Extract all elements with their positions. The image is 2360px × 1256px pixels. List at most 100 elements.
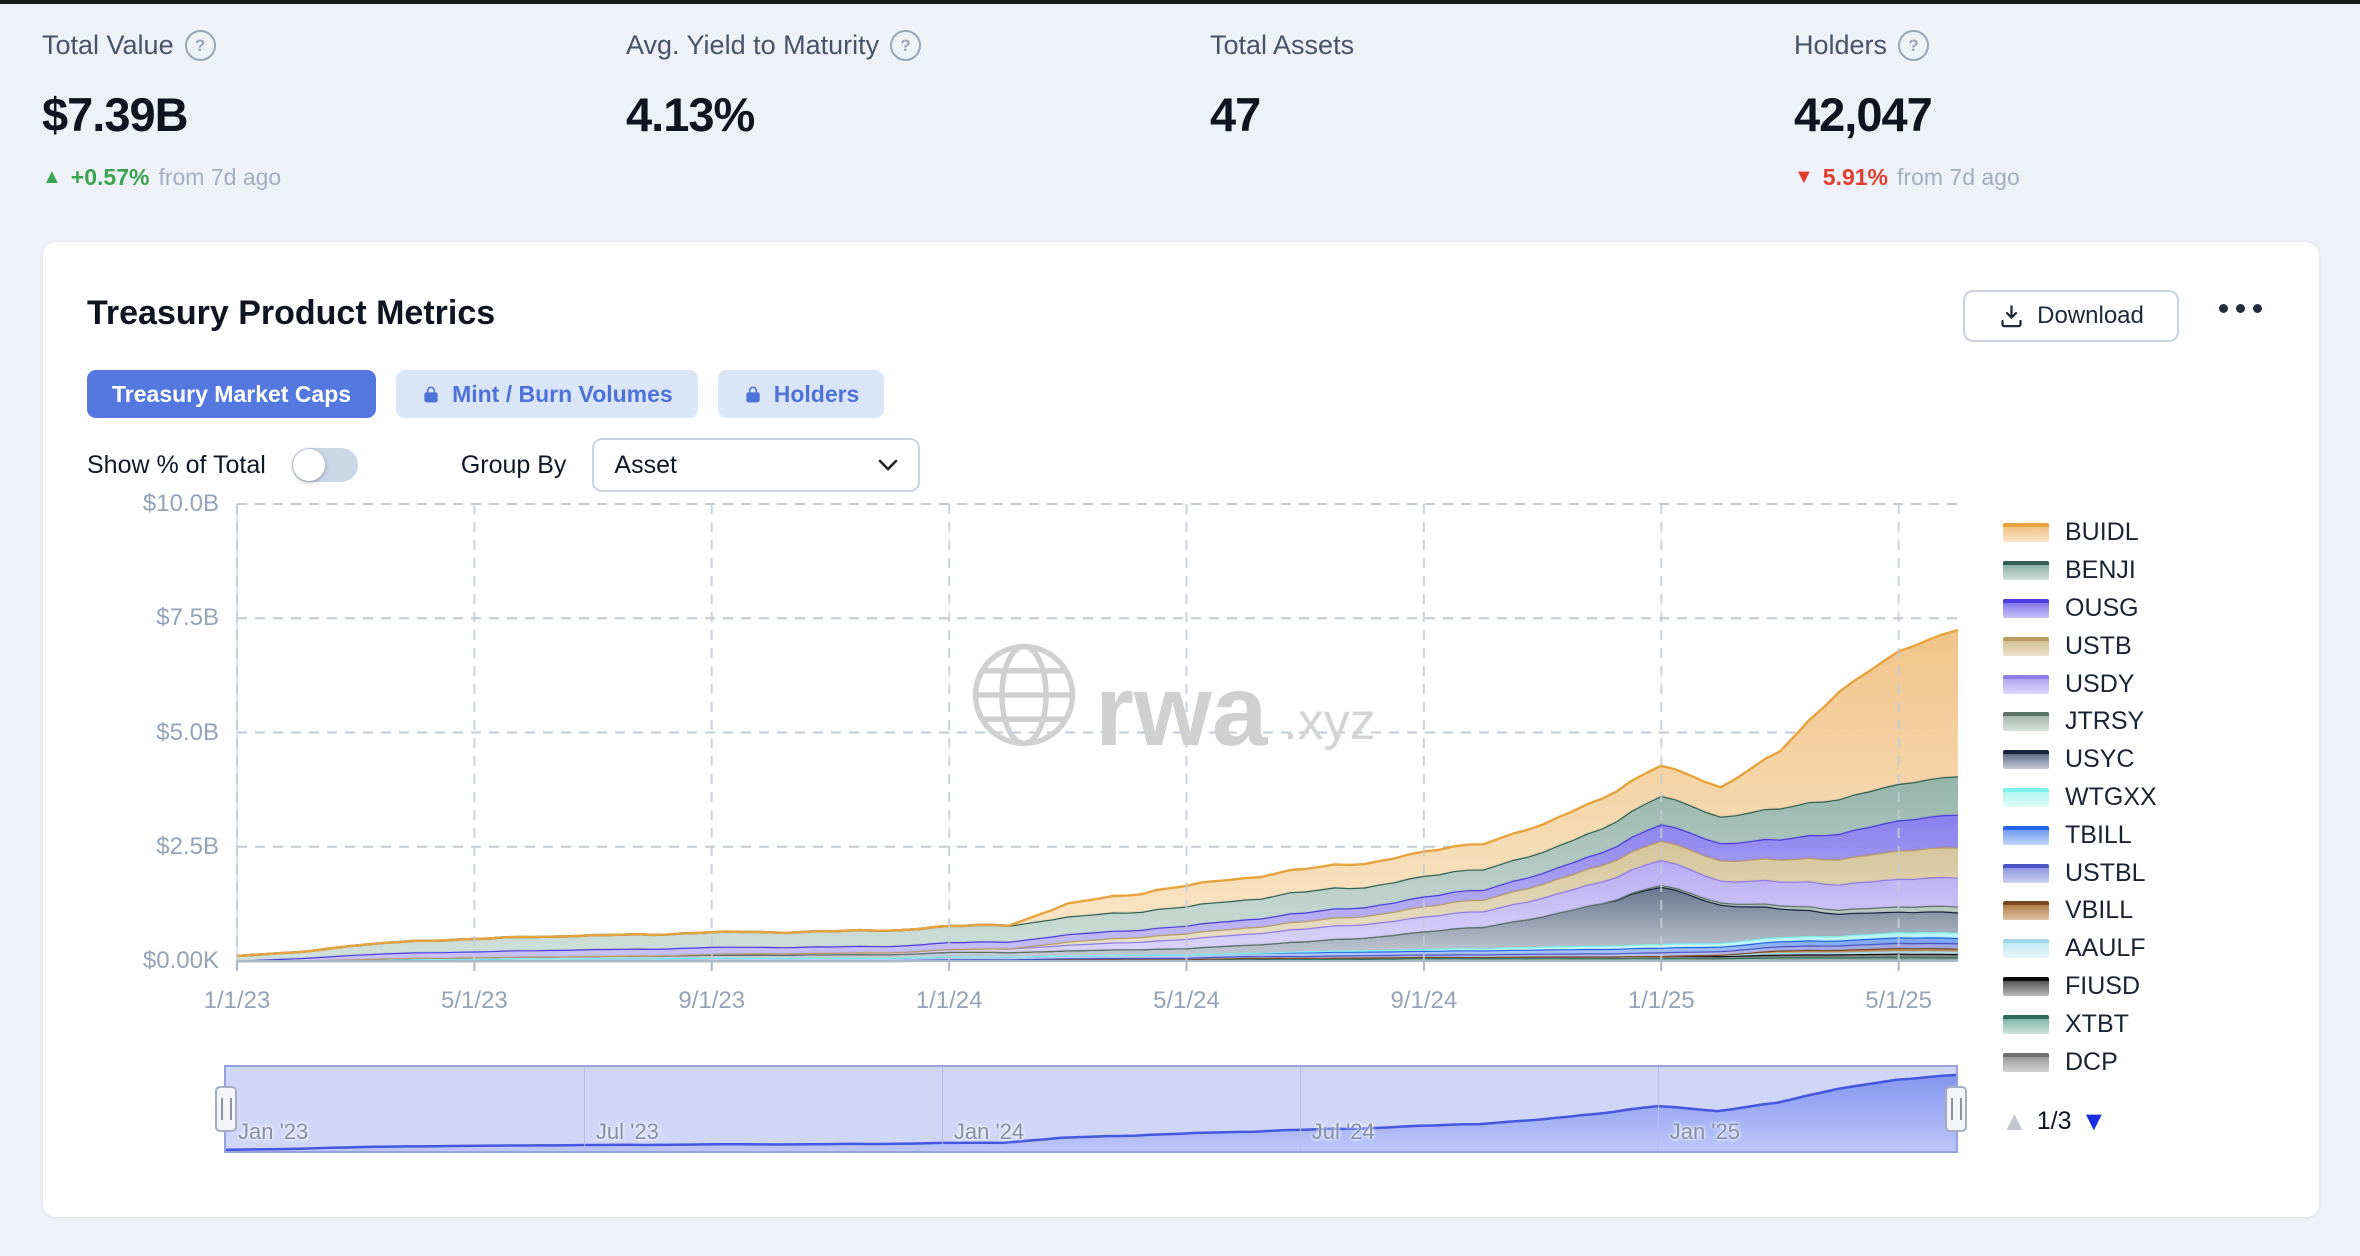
y-axis-label: $2.5B [59, 833, 219, 861]
minimap-divider [1300, 1067, 1301, 1151]
minimap-axis-label: Jan '25 [1670, 1119, 1740, 1145]
legend-label: BENJI [2065, 556, 2136, 585]
y-axis-label: $5.0B [59, 719, 219, 747]
tabs: Treasury Market Caps Mint / Burn Volumes H… [87, 370, 884, 418]
stat-label: Avg. Yield to Maturity? [626, 30, 1210, 61]
legend-item-ustb[interactable]: USTB [2003, 627, 2157, 665]
legend: BUIDL BENJI OUSG USTB USDY JTRSY USYC WTGXX TBIL… [2003, 514, 2157, 1081]
lock-icon [421, 384, 441, 404]
minimap-divider [1658, 1067, 1659, 1151]
legend-label: WTGXX [2065, 783, 2157, 812]
legend-swatch [2003, 750, 2049, 769]
tab-label: Treasury Market Caps [112, 381, 351, 408]
legend-item-wtgxx[interactable]: WTGXX [2003, 779, 2157, 817]
legend-item-buidl[interactable]: BUIDL [2003, 514, 2157, 552]
tab-mint-burn-volumes[interactable]: Mint / Burn Volumes [396, 370, 698, 418]
group-by-label: Group By [461, 451, 567, 480]
legend-page-down-icon[interactable]: ▼ [2081, 1106, 2108, 1137]
legend-item-usyc[interactable]: USYC [2003, 741, 2157, 779]
legend-swatch [2003, 637, 2049, 656]
tab-treasury-market-caps[interactable]: Treasury Market Caps [87, 370, 376, 418]
top-border [0, 0, 2360, 4]
legend-item-fiusd[interactable]: FIUSD [2003, 968, 2157, 1006]
group-by-value: Asset [614, 451, 677, 480]
legend-item-jtrsy[interactable]: JTRSY [2003, 703, 2157, 741]
legend-swatch [2003, 675, 2049, 694]
legend-item-xtbt[interactable]: XTBT [2003, 1005, 2157, 1043]
x-axis-label: 9/1/24 [1391, 987, 1458, 1015]
treasury-metrics-card: Treasury Product Metrics Download Treasu… [42, 241, 2320, 1218]
legend-swatch [2003, 599, 2049, 618]
legend-label: USYC [2065, 745, 2134, 774]
change-suffix: from 7d ago [1897, 164, 2020, 191]
legend-label: VBILL [2065, 896, 2133, 925]
legend-item-ustbl[interactable]: USTBL [2003, 854, 2157, 892]
stat-label-text: Total Value [42, 30, 174, 61]
chevron-down-icon [878, 459, 898, 471]
legend-item-aaulf[interactable]: AAULF [2003, 930, 2157, 968]
stat-value: 47 [1210, 87, 1794, 142]
more-menu-button[interactable] [2219, 304, 2262, 313]
tab-holders[interactable]: Holders [718, 370, 885, 418]
legend-page-up-icon[interactable]: ▲ [2001, 1106, 2028, 1137]
change-percent: 5.91% [1823, 164, 1888, 191]
minimap-left-handle[interactable] [215, 1086, 237, 1132]
show-pct-label: Show % of Total [87, 451, 266, 480]
legend-label: BUIDL [2065, 518, 2139, 547]
legend-swatch [2003, 712, 2049, 731]
lock-icon [743, 384, 763, 404]
y-axis-label: $7.5B [59, 604, 219, 632]
stat-total-value: Total Value?$7.39B▲+0.57%from 7d ago [42, 30, 626, 191]
legend-label: XTBT [2065, 1010, 2129, 1039]
legend-item-tbill[interactable]: TBILL [2003, 816, 2157, 854]
legend-item-usdy[interactable]: USDY [2003, 665, 2157, 703]
stat-label-text: Total Assets [1210, 30, 1354, 61]
change-suffix: from 7d ago [158, 164, 281, 191]
minimap-range-selector[interactable]: Jan '23Jul '23Jan '24Jul '24Jan '25 [224, 1065, 1958, 1153]
group-by-select[interactable]: Asset [592, 438, 920, 492]
stat-label-text: Holders [1794, 30, 1887, 61]
legend-swatch [2003, 1053, 2049, 1072]
triangle-down-icon: ▼ [1794, 166, 1814, 189]
y-axis-label: $10.0B [59, 490, 219, 518]
stat-total-assets: Total Assets 47 [1210, 30, 1794, 191]
card-title: Treasury Product Metrics [87, 294, 495, 333]
legend-swatch [2003, 788, 2049, 807]
legend-swatch [2003, 561, 2049, 580]
legend-label: USDY [2065, 670, 2134, 699]
legend-label: TBILL [2065, 821, 2132, 850]
help-icon[interactable]: ? [1898, 30, 1929, 61]
legend-item-vbill[interactable]: VBILL [2003, 892, 2157, 930]
x-axis-label: 9/1/23 [678, 987, 745, 1015]
legend-item-dcp[interactable]: DCP [2003, 1043, 2157, 1081]
download-icon [1998, 303, 2025, 330]
legend-label: USTB [2065, 632, 2132, 661]
help-icon[interactable]: ? [890, 30, 921, 61]
stat-holders: Holders?42,047▼5.91%from 7d ago [1794, 30, 2360, 191]
toggle-knob [293, 449, 325, 481]
legend-swatch [2003, 523, 2049, 542]
stacked-area-chart[interactable] [237, 504, 1958, 961]
legend-label: DCP [2065, 1048, 2118, 1077]
legend-item-benji[interactable]: BENJI [2003, 552, 2157, 590]
download-button[interactable]: Download [1963, 290, 2179, 342]
download-label: Download [2037, 302, 2144, 330]
stat-change: ▼ 5.91% from 7d ago [1794, 164, 2360, 191]
show-pct-toggle[interactable] [292, 448, 358, 482]
x-axis-label: 5/1/23 [441, 987, 508, 1015]
legend-pager: ▲ 1/3 ▼ [2001, 1106, 2107, 1137]
stats-row: Total Value?$7.39B▲+0.57%from 7d agoAvg.… [42, 30, 2360, 191]
stat-label: Holders? [1794, 30, 2360, 61]
legend-item-ousg[interactable]: OUSG [2003, 590, 2157, 628]
minimap-right-handle[interactable] [1945, 1086, 1967, 1132]
minimap-divider [584, 1067, 585, 1151]
stat-value: $7.39B [42, 87, 626, 142]
legend-swatch [2003, 977, 2049, 996]
controls-row: Show % of Total Group By Asset [87, 438, 920, 492]
triangle-up-icon: ▲ [42, 166, 62, 189]
minimap-axis-label: Jan '24 [954, 1119, 1024, 1145]
help-icon[interactable]: ? [185, 30, 216, 61]
stat-avg-yield-to-maturity: Avg. Yield to Maturity?4.13% [626, 30, 1210, 191]
minimap-divider [942, 1067, 943, 1151]
legend-page-indicator: 1/3 [2037, 1107, 2072, 1136]
